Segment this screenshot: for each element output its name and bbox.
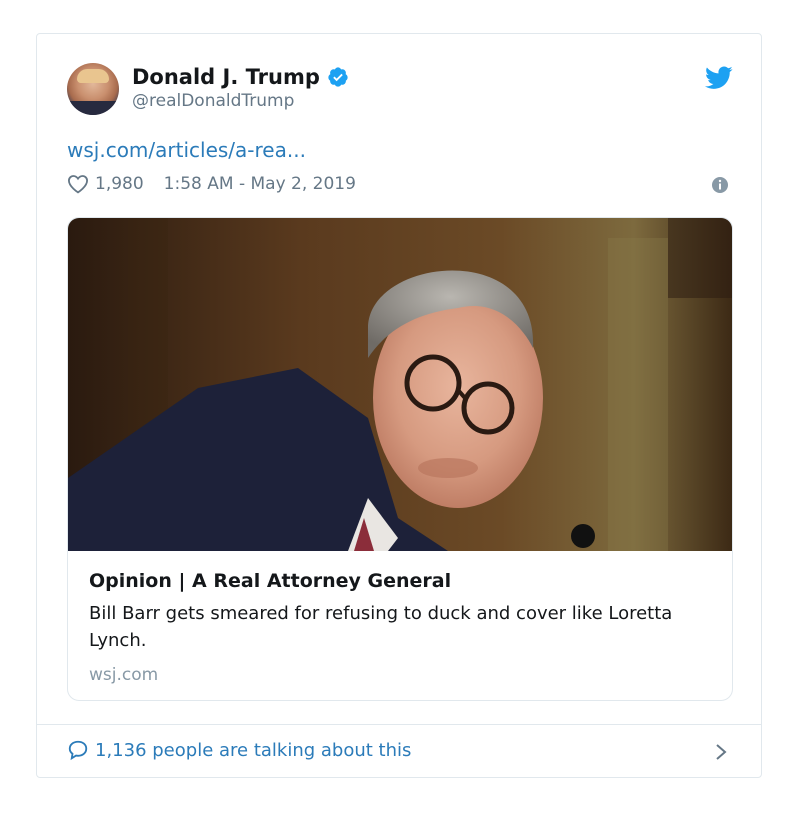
author-name-row[interactable]: Donald J. Trump (132, 64, 349, 90)
talking-count-text[interactable]: 1,136 people are talking about this (95, 740, 411, 761)
author-handle[interactable]: @realDonaldTrump (132, 90, 349, 112)
avatar-suit (67, 101, 119, 115)
author-block: Donald J. Trump @realDonaldTrump (132, 64, 349, 112)
article-description: Bill Barr gets smeared for refusing to d… (89, 603, 673, 651)
verified-badge-icon (328, 67, 348, 87)
author-name[interactable]: Donald J. Trump (132, 64, 320, 90)
talking-link[interactable]: 1,136 people are talking about this (67, 739, 411, 761)
tweet-meta: 1,980 1:58 AM - May 2, 2019 (67, 174, 356, 194)
link-preview-card[interactable]: Opinion | A Real Attorney General Bill B… (67, 217, 733, 701)
chevron-right-icon[interactable] (714, 742, 728, 762)
article-domain: wsj.com (89, 665, 159, 685)
avatar-hair (77, 69, 109, 83)
tweet-timestamp[interactable]: 1:58 AM - May 2, 2019 (164, 174, 356, 194)
article-title[interactable]: Opinion | A Real Attorney General (89, 568, 709, 594)
info-icon[interactable] (711, 176, 729, 194)
footer-divider (37, 724, 761, 725)
twitter-bird-icon[interactable] (705, 66, 733, 90)
link-preview-text: Opinion | A Real Attorney General Bill B… (89, 568, 709, 686)
article-photo[interactable] (68, 218, 733, 551)
tweet-link[interactable]: wsj.com/articles/a-rea... (67, 138, 306, 162)
tweet-card: Donald J. Trump @realDonaldTrump wsj.com… (36, 33, 762, 778)
like-count[interactable]: 1,980 (95, 174, 144, 194)
speech-bubble-icon (68, 740, 88, 761)
author-avatar[interactable] (67, 63, 119, 115)
heart-icon[interactable] (67, 174, 89, 194)
